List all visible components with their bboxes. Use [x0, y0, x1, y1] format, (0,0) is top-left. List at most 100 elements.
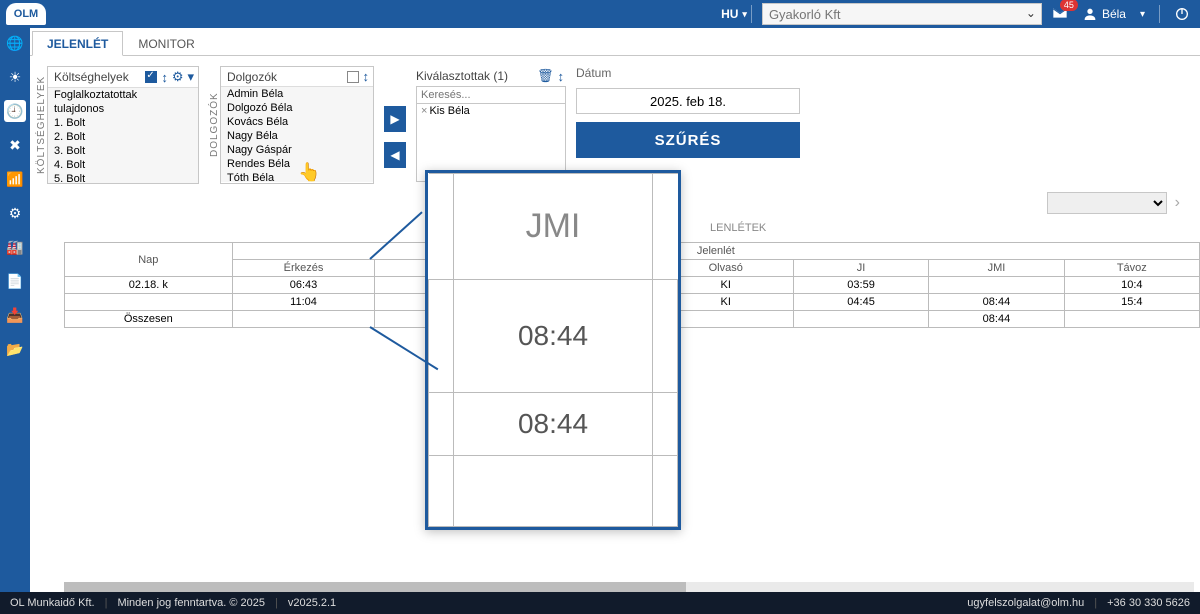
col-header: JMI [929, 260, 1064, 277]
col-header: Távoz [1064, 260, 1199, 277]
cost-listbox[interactable]: Foglalkoztatottaktulajdonos1. Bolt2. Bol… [48, 87, 198, 183]
cost-title: Költséghelyek [54, 70, 129, 84]
search-input[interactable] [416, 86, 566, 104]
zoom-header: JMI [453, 174, 652, 280]
cell: 03:59 [793, 277, 928, 294]
top-bar: OLM HU ▾ ⌄ 45 Béla ▾ [0, 0, 1200, 28]
list-item[interactable]: Kovács Béla [221, 115, 373, 129]
sidebar-globe[interactable]: 🌐 [4, 32, 26, 54]
cost-vert-label: KÖLTSÉGHELYEK [36, 66, 47, 184]
sort-icon[interactable]: ↕ [161, 70, 168, 85]
sidebar-sun[interactable]: ☀ [4, 66, 26, 88]
cell: 04:45 [793, 294, 928, 311]
footer-version: v2025.2.1 [288, 597, 336, 609]
selected-panel: Kiválasztottak (1) 🗑 ↕ × Kis Béla [416, 66, 566, 184]
list-item[interactable]: 4. Bolt [48, 158, 198, 172]
selected-title: Kiválasztottak (1) [416, 69, 508, 83]
language-selector[interactable]: HU ▾ [721, 7, 747, 21]
sidebar: 🌐 ☀ 🕘 ✖ 📶 ⚙ 🏭 📄 📥 📂 [0, 28, 30, 614]
selected-item[interactable]: × Kis Béla [417, 104, 565, 118]
org-select[interactable]: ⌄ [762, 3, 1042, 25]
emp-vert-label: DOLGOZÓK [209, 66, 220, 184]
footer-company: OL Munkaidő Kft. [10, 597, 95, 609]
sort-icon[interactable]: ↕ [558, 69, 565, 84]
cost-centers-panel: KÖLTSÉGHELYEK Költséghelyek ↕ ⚙ ▾ Foglal… [36, 66, 199, 184]
selected-item-label: Kis Béla [429, 105, 469, 117]
cell: 06:43 [232, 277, 375, 294]
emp-listbox[interactable]: Admin BélaDolgozó BélaKovács BélaNagy Bé… [221, 86, 373, 182]
cell: 15:4 [1064, 294, 1199, 311]
sidebar-tools[interactable]: ✖ [4, 134, 26, 156]
cell-sum-jmi: 08:44 [929, 311, 1064, 328]
user-name: Béla [1102, 7, 1126, 21]
date-input[interactable] [576, 88, 800, 114]
date-label: Dátum [576, 66, 800, 80]
cell [1064, 311, 1199, 328]
caret-down-icon: ▾ [742, 9, 747, 20]
power-icon[interactable] [1174, 6, 1190, 22]
logo: OLM [6, 3, 46, 25]
list-item[interactable]: Dolgozó Béla [221, 101, 373, 115]
list-item[interactable]: 3. Bolt [48, 144, 198, 158]
list-item[interactable]: 1. Bolt [48, 116, 198, 130]
filter-icon[interactable]: ▾ [187, 69, 194, 85]
settings-icon[interactable]: ⚙ [172, 69, 184, 85]
cell-nap [65, 294, 233, 311]
footer-phone[interactable]: +36 30 330 5626 [1107, 597, 1190, 609]
list-item[interactable]: Tóth Béla [221, 171, 373, 182]
cell [929, 277, 1064, 294]
pager-next-icon[interactable]: › [1175, 194, 1180, 212]
user-caret-icon: ▾ [1140, 9, 1145, 20]
scrollbar-thumb[interactable] [64, 582, 686, 592]
footer: OL Munkaidő Kft. | Minden jog fenntartva… [0, 592, 1200, 614]
divider [751, 5, 752, 23]
mail-badge: 45 [1060, 0, 1078, 11]
remove-icon[interactable]: × [421, 105, 427, 117]
sidebar-gear[interactable]: ⚙ [4, 202, 26, 224]
list-item[interactable]: Nagy Béla [221, 129, 373, 143]
tab-jelenlet[interactable]: JELENLÉT [32, 31, 123, 56]
col-header: JI [793, 260, 928, 277]
zoom-val-1: 08:44 [453, 279, 652, 392]
emp-title: Dolgozók [227, 70, 277, 84]
list-item[interactable]: Rendes Béla [221, 157, 373, 171]
chevron-down-icon: ⌄ [1026, 6, 1036, 20]
user-menu[interactable]: Béla [1082, 6, 1126, 22]
tab-monitor[interactable]: MONITOR [123, 31, 209, 55]
checkbox-icon[interactable] [145, 71, 157, 83]
sidebar-factory[interactable]: 🏭 [4, 236, 26, 258]
divider [1159, 5, 1160, 23]
sidebar-folder[interactable]: 📂 [4, 338, 26, 360]
list-item[interactable]: 2. Bolt [48, 130, 198, 144]
date-filter-col: Dátum SZŰRÉS [576, 66, 800, 184]
mail-button[interactable]: 45 [1052, 5, 1068, 24]
list-item[interactable]: tulajdonos [48, 102, 198, 116]
checkbox-empty-icon[interactable] [347, 71, 359, 83]
list-item[interactable]: Nagy Gáspár [221, 143, 373, 157]
user-icon [1082, 6, 1098, 22]
cell: 08:44 [929, 294, 1064, 311]
cell: 11:04 [232, 294, 375, 311]
move-left-button[interactable]: ◀ [384, 142, 406, 168]
list-item[interactable]: Foglalkoztatottak [48, 88, 198, 102]
pager-select[interactable] [1047, 192, 1167, 214]
filter-button[interactable]: SZŰRÉS [576, 122, 800, 158]
cell [793, 311, 928, 328]
sort-icon[interactable]: ↕ [363, 69, 370, 84]
tab-bar: JELENLÉT MONITOR [30, 28, 1200, 56]
sidebar-clock[interactable]: 🕘 [4, 100, 26, 122]
sidebar-doc[interactable]: 📄 [4, 270, 26, 292]
org-input[interactable] [762, 3, 1042, 25]
trash-icon[interactable]: 🗑 [537, 68, 554, 84]
list-item[interactable]: 5. Bolt [48, 172, 198, 183]
footer-email[interactable]: ugyfelszolgalat@olm.hu [967, 597, 1084, 609]
horiz-scrollbar[interactable] [64, 582, 1194, 592]
cell: 10:4 [1064, 277, 1199, 294]
subtab-jelenletek[interactable]: LENLÉTEK [670, 218, 806, 240]
sidebar-signal[interactable]: 📶 [4, 168, 26, 190]
employees-panel: DOLGOZÓK Dolgozók ↕ Admin BélaDolgozó Bé… [209, 66, 374, 184]
sidebar-inbox[interactable]: 📥 [4, 304, 26, 326]
move-right-button[interactable]: ▶ [384, 106, 406, 132]
list-item[interactable]: Admin Béla [221, 87, 373, 101]
cell-nap: 02.18. k [65, 277, 233, 294]
